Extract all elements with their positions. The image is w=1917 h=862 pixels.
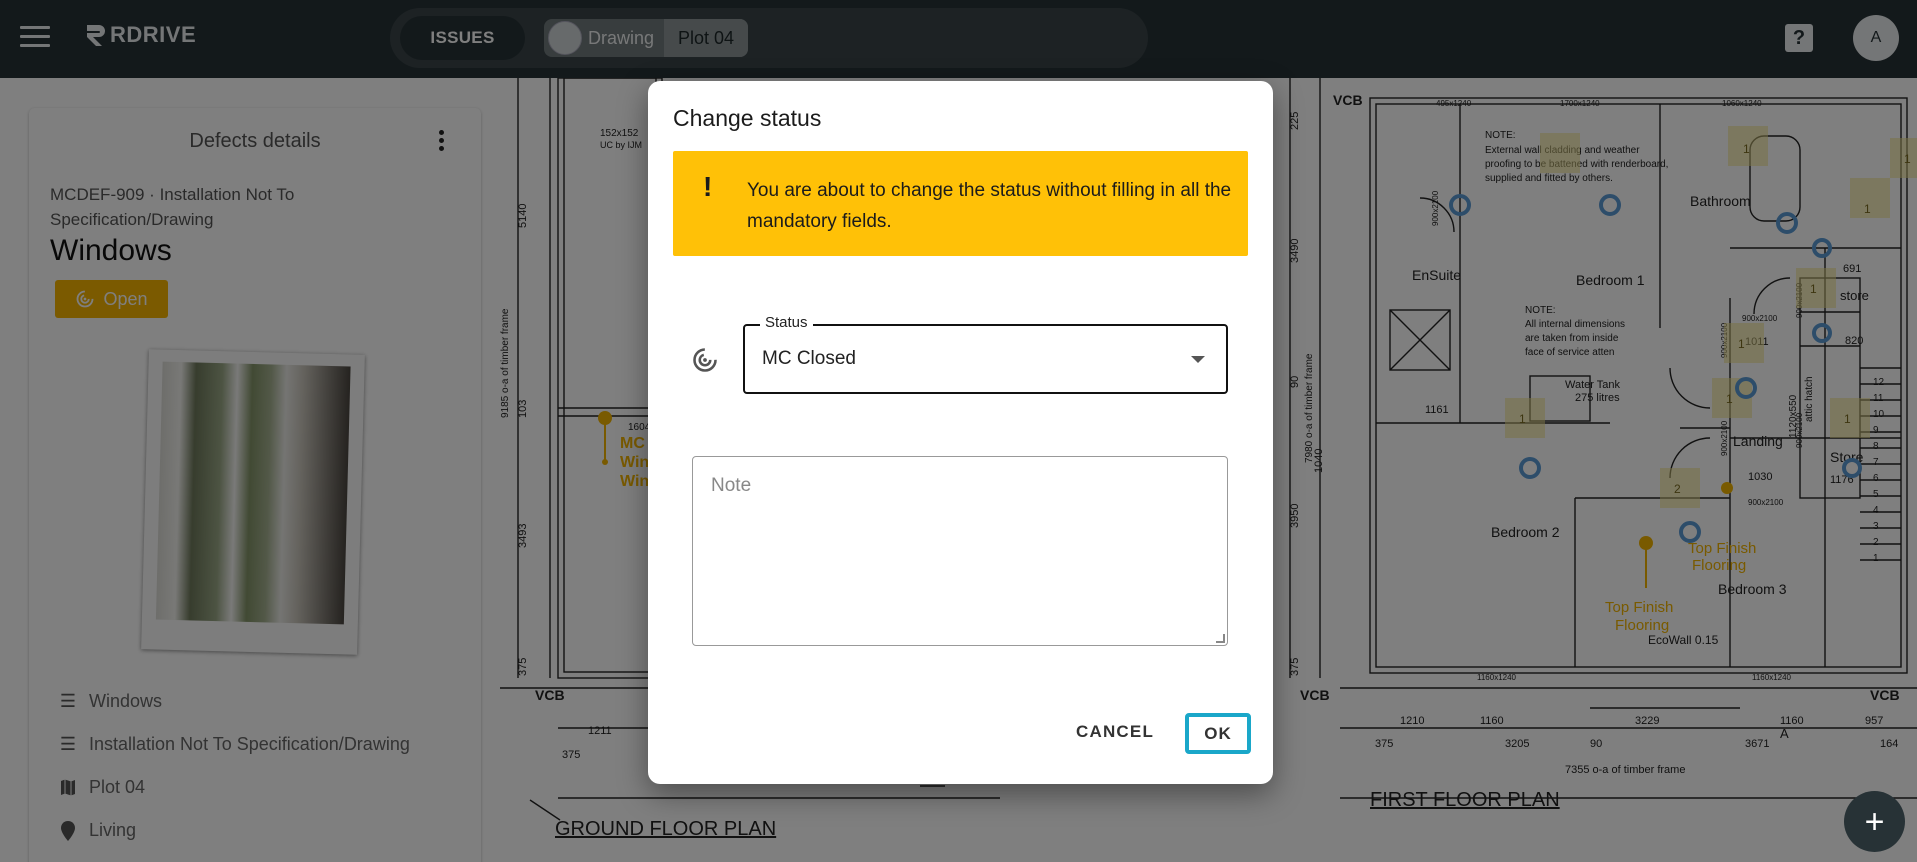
cancel-button[interactable]: CANCEL: [1076, 722, 1154, 742]
resize-handle-icon[interactable]: [1216, 634, 1225, 643]
warning-banner: ! You are about to change the status wit…: [673, 151, 1248, 256]
change-status-dialog: Change status ! You are about to change …: [648, 81, 1273, 784]
dropdown-arrow-icon[interactable]: [1191, 356, 1205, 363]
warning-message: You are about to change the status witho…: [747, 180, 1232, 232]
dialog-title: Change status: [673, 105, 822, 131]
status-select-label: Status: [760, 314, 813, 331]
status-select-value[interactable]: MC Closed: [762, 348, 856, 370]
add-fab-button[interactable]: +: [1844, 791, 1905, 852]
note-textarea[interactable]: [692, 456, 1228, 646]
status-radar-icon: [693, 348, 717, 372]
exclamation-icon: !: [703, 171, 713, 202]
ok-button[interactable]: OK: [1185, 713, 1251, 754]
